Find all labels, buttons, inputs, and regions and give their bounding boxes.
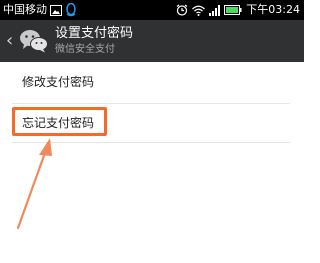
annotation-arrow-icon [16,138,52,230]
